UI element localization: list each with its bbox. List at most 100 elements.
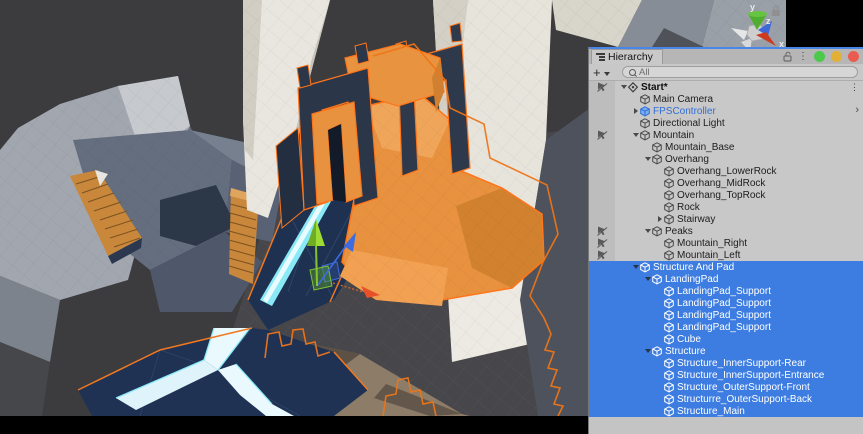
expand-arrow[interactable] bbox=[643, 273, 652, 285]
row-label: LandingPad_Support bbox=[677, 322, 771, 333]
row-label: Structurre_OuterSupport-Back bbox=[677, 394, 812, 405]
expand-arrow[interactable] bbox=[631, 261, 640, 273]
arrow-spacer bbox=[655, 309, 664, 321]
row-label: Directional Light bbox=[653, 118, 725, 129]
arrow-spacer bbox=[655, 369, 664, 381]
create-object-button[interactable]: + bbox=[593, 65, 610, 80]
row-label: Structure bbox=[665, 346, 706, 357]
cube-icon bbox=[664, 406, 674, 417]
cube-icon bbox=[664, 286, 674, 297]
arrow-spacer bbox=[655, 165, 664, 177]
window-button-red[interactable] bbox=[848, 51, 859, 62]
search-input[interactable]: All bbox=[622, 66, 858, 78]
expand-arrow[interactable] bbox=[631, 105, 640, 117]
row-label: Start* bbox=[641, 82, 668, 93]
cube-icon bbox=[664, 334, 674, 345]
gizmo-y-axis[interactable] bbox=[316, 244, 317, 286]
cube-icon bbox=[664, 250, 674, 261]
cube-icon bbox=[664, 382, 674, 393]
search-icon bbox=[629, 68, 637, 77]
expand-arrow[interactable] bbox=[643, 153, 652, 165]
tree-row[interactable]: Structurre_OuterSupport-Back bbox=[589, 393, 863, 405]
hierarchy-tree: Start* ⋮ Main Camera FPSController› Direc… bbox=[589, 81, 863, 417]
tree-row[interactable]: LandingPad bbox=[589, 273, 863, 285]
pick-toggle-icon[interactable] bbox=[597, 226, 608, 236]
arrow-spacer bbox=[655, 285, 664, 297]
row-label: Main Camera bbox=[653, 94, 713, 105]
tree-row[interactable]: Mountain_Right bbox=[589, 237, 863, 249]
tree-row[interactable]: Mountain_Base bbox=[589, 141, 863, 153]
search-placeholder: All bbox=[639, 67, 650, 78]
tree-row[interactable]: Mountain_Left bbox=[589, 249, 863, 261]
panel-title: Hierarchy bbox=[608, 51, 653, 63]
tree-row[interactable]: LandingPad_Support bbox=[589, 285, 863, 297]
arrow-spacer bbox=[655, 177, 664, 189]
tree-row[interactable]: Rock bbox=[589, 201, 863, 213]
tree-row[interactable]: Structure_InnerSupport-Rear bbox=[589, 357, 863, 369]
row-label: Overhang_LowerRock bbox=[677, 166, 777, 177]
expand-arrow[interactable] bbox=[619, 81, 628, 93]
tree-row[interactable]: FPSController› bbox=[589, 105, 863, 117]
hierarchy-toolbar: + All bbox=[589, 64, 863, 81]
arrow-spacer bbox=[655, 297, 664, 309]
tree-row[interactable]: Overhang bbox=[589, 153, 863, 165]
tree-row[interactable]: Overhang_TopRock bbox=[589, 189, 863, 201]
tree-row[interactable]: Peaks bbox=[589, 225, 863, 237]
row-label: Structure_OuterSupport-Front bbox=[677, 382, 810, 393]
tree-row[interactable]: LandingPad_Support bbox=[589, 297, 863, 309]
tree-row[interactable]: Structure And Pad bbox=[589, 261, 863, 273]
kebab-menu-icon[interactable]: ⋮ bbox=[850, 81, 859, 93]
tree-row[interactable]: LandingPad_Support bbox=[589, 309, 863, 321]
tab-hierarchy[interactable]: Hierarchy bbox=[591, 49, 663, 64]
tree-row[interactable]: Structure_InnerSupport-Entrance bbox=[589, 369, 863, 381]
tree-row[interactable]: Overhang_MidRock bbox=[589, 177, 863, 189]
row-label: LandingPad bbox=[665, 274, 718, 285]
prefab-chevron-icon[interactable]: › bbox=[855, 105, 859, 117]
tree-row[interactable]: Overhang_LowerRock bbox=[589, 165, 863, 177]
lock-icon[interactable] bbox=[783, 51, 792, 62]
tree-row[interactable]: Stairway bbox=[589, 213, 863, 225]
pick-toggle-icon[interactable] bbox=[597, 82, 608, 92]
window-button-yellow[interactable] bbox=[831, 51, 842, 62]
pick-toggle-icon[interactable] bbox=[597, 130, 608, 140]
expand-arrow[interactable] bbox=[643, 225, 652, 237]
arrow-spacer bbox=[655, 333, 664, 345]
row-label: Structure_InnerSupport-Rear bbox=[677, 358, 806, 369]
arrow-spacer bbox=[655, 357, 664, 369]
tree-row[interactable]: Directional Light bbox=[589, 117, 863, 129]
cube-icon bbox=[664, 298, 674, 309]
window-button-green[interactable] bbox=[814, 51, 825, 62]
row-label: LandingPad_Support bbox=[677, 298, 771, 309]
tree-row[interactable]: Start* ⋮ bbox=[589, 81, 863, 93]
expand-arrow[interactable] bbox=[631, 129, 640, 141]
cube-icon bbox=[664, 322, 674, 333]
cube-icon bbox=[652, 274, 662, 285]
scene-icon bbox=[628, 82, 638, 93]
cube-icon bbox=[664, 238, 674, 249]
pick-toggle-icon[interactable] bbox=[597, 238, 608, 248]
row-label: Mountain_Right bbox=[677, 238, 747, 249]
tree-row[interactable]: Structure_OuterSupport-Front bbox=[589, 381, 863, 393]
arrow-spacer bbox=[631, 117, 640, 129]
row-label: Peaks bbox=[665, 226, 693, 237]
tree-row[interactable]: Structure bbox=[589, 345, 863, 357]
row-label: Mountain bbox=[653, 130, 694, 141]
panel-menu-icon[interactable]: ⋮ bbox=[798, 51, 808, 62]
arrow-spacer bbox=[655, 249, 664, 261]
pick-toggle-icon[interactable] bbox=[597, 250, 608, 260]
row-label: Overhang bbox=[665, 154, 709, 165]
expand-arrow[interactable] bbox=[643, 345, 652, 357]
unity-editor: y z x Hierarchy ⋮ + bbox=[0, 0, 863, 434]
tree-row[interactable]: LandingPad_Support bbox=[589, 321, 863, 333]
tree-row[interactable]: Mountain bbox=[589, 129, 863, 141]
tree-row[interactable]: Cube bbox=[589, 333, 863, 345]
arrow-spacer bbox=[655, 201, 664, 213]
expand-arrow[interactable] bbox=[655, 213, 664, 225]
chevron-down-icon bbox=[604, 72, 610, 76]
hierarchy-empty-area[interactable] bbox=[589, 417, 863, 434]
cube-icon bbox=[652, 226, 662, 237]
row-label: Rock bbox=[677, 202, 700, 213]
tree-row[interactable]: Structure_Main bbox=[589, 405, 863, 417]
row-label: Overhang_TopRock bbox=[677, 190, 765, 201]
tree-row[interactable]: Main Camera bbox=[589, 93, 863, 105]
